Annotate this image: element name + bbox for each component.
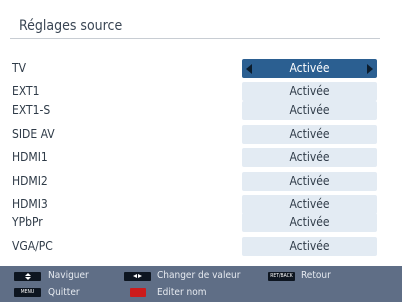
source-value[interactable]: Activée [242,213,377,232]
source-value[interactable]: Activée [242,172,377,191]
source-value[interactable]: Activée [242,82,377,101]
red-key-icon [130,288,146,297]
source-value[interactable]: Activée [242,59,377,78]
help-footer: Naviguer Changer de valeur RET/BACK Reto… [0,266,402,302]
source-label: YPbPr [12,215,43,229]
source-row-tv[interactable]: TV Activée [0,59,402,79]
right-arrow-icon[interactable] [367,64,373,74]
back-key: RET/BACK [268,272,295,281]
quit-hint: Quitter [48,287,80,298]
source-label: HDMI2 [12,174,48,188]
edit-name-hint: Editer nom [157,287,207,298]
source-row-ext1[interactable]: EXT1 Activée [0,82,402,102]
source-label: EXT1-S [12,103,51,117]
source-label: HDMI1 [12,150,48,164]
title-divider [10,38,380,39]
change-value-hint: Changer de valeur [157,270,241,281]
navigate-key [14,272,41,281]
source-label: HDMI3 [12,197,48,211]
up-down-arrows-icon [24,273,31,280]
source-label: EXT1 [12,84,40,98]
source-row-hdmi3[interactable]: HDMI3 Activée [0,195,402,215]
page-title: Réglages source [19,18,123,34]
navigate-hint: Naviguer [48,270,89,281]
source-row-side-av[interactable]: SIDE AV Activée [0,125,402,145]
source-row-vga-pc[interactable]: VGA/PC Activée [0,237,402,257]
source-value[interactable]: Activée [242,195,377,214]
source-value[interactable]: Activée [242,148,377,167]
source-value[interactable]: Activée [242,237,377,256]
source-row-ypbpr[interactable]: YPbPr Activée [0,213,402,233]
right-arrow-icon [138,274,142,278]
source-row-hdmi1[interactable]: HDMI1 Activée [0,148,402,168]
change-value-key [124,272,151,281]
source-value[interactable]: Activée [242,101,377,120]
back-hint: Retour [301,270,331,281]
menu-key: MENU [14,288,41,297]
source-label: TV [12,61,26,75]
source-label: VGA/PC [12,239,53,253]
source-settings-panel: Réglages source TV Activée EXT1 Activée … [0,0,402,302]
source-row-ext1-s[interactable]: EXT1-S Activée [0,101,402,121]
source-label: SIDE AV [12,127,55,141]
source-row-hdmi2[interactable]: HDMI2 Activée [0,172,402,192]
left-arrow-icon[interactable] [246,64,252,74]
source-value[interactable]: Activée [242,125,377,144]
left-arrow-icon [133,274,137,278]
